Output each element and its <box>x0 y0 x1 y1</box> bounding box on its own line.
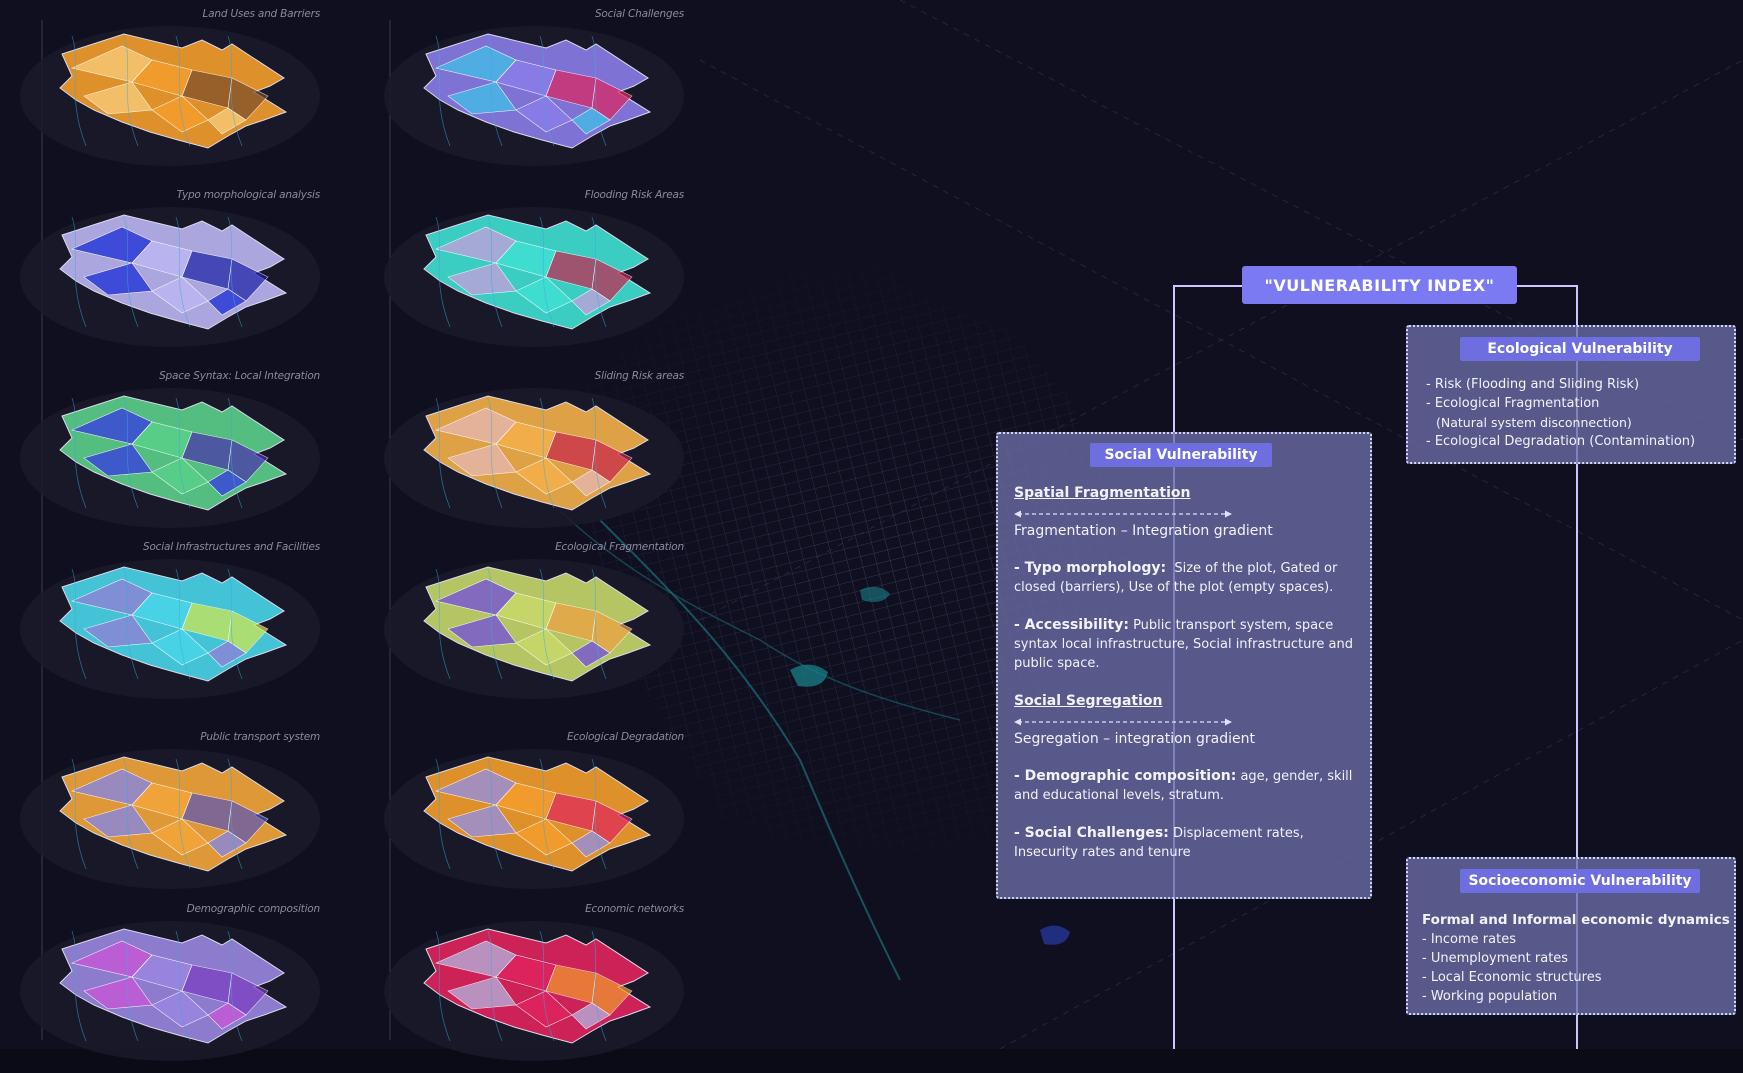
accessibility-point: - Accessibility: Public transport system… <box>1014 617 1354 671</box>
segregation-gradient: Segregation – integration gradient <box>1014 731 1255 747</box>
social-vulnerability-heading: Social Vulnerability <box>1090 443 1272 467</box>
socioeconomic-vulnerability-panel: Socioeconomic Vulnerability Formal and I… <box>1406 857 1736 1015</box>
social-vulnerability-panel: Social Vulnerability Spatial Fragmentati… <box>996 432 1372 899</box>
ecological-vulnerability-panel: Ecological Vulnerability - Risk (Floodin… <box>1406 325 1736 464</box>
double-arrow-icon <box>1014 510 1232 518</box>
social-challenges-point: - Social Challenges: Displacement rates,… <box>1014 825 1304 860</box>
social-segregation-title: Social Segregation <box>1014 693 1163 709</box>
ecological-item-detail: (Natural system disconnection) <box>1436 415 1632 430</box>
socioeconomic-lead: Formal and Informal economic dynamics <box>1422 912 1730 928</box>
vulnerability-index-title: "VULNERABILITY INDEX" <box>1242 266 1517 304</box>
ecological-item: - Ecological Degradation (Contamination) <box>1426 434 1696 449</box>
spatial-gradient: Fragmentation – Integration gradient <box>1014 523 1273 539</box>
socioeconomic-item: - Income rates <box>1422 932 1516 947</box>
double-arrow-icon <box>1014 718 1232 726</box>
ecological-vulnerability-heading: Ecological Vulnerability <box>1460 337 1700 361</box>
demographic-point: - Demographic composition: age, gender, … <box>1014 768 1353 803</box>
spatial-fragmentation-title: Spatial Fragmentation <box>1014 485 1191 501</box>
socioeconomic-item: - Unemployment rates <box>1422 951 1569 966</box>
ecological-item: - Risk (Flooding and Sliding Risk) <box>1426 377 1640 392</box>
typo-morphology-point: - Typo morphology: Size of the plot, Gat… <box>1014 560 1338 595</box>
socioeconomic-item: - Local Economic structures <box>1422 970 1602 985</box>
ecological-item: - Ecological Fragmentation <box>1426 396 1600 411</box>
socioeconomic-item: - Working population <box>1422 989 1558 1004</box>
socioeconomic-vulnerability-heading: Socioeconomic Vulnerability <box>1460 869 1700 893</box>
